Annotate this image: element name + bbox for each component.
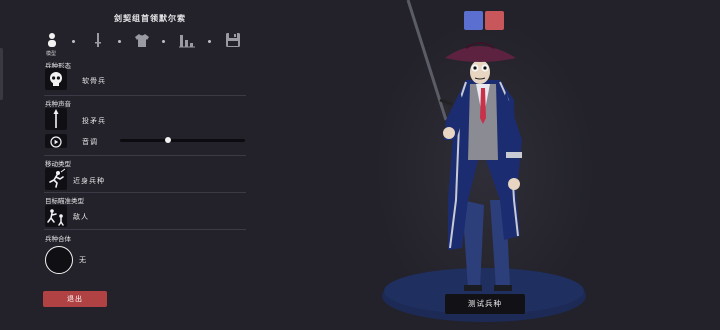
- side-tab-handle[interactable]: [0, 48, 3, 100]
- step-model[interactable]: [44, 32, 60, 48]
- exit-button[interactable]: 退出: [43, 291, 107, 307]
- play-icon: [50, 136, 62, 148]
- red-tie: [480, 88, 486, 124]
- pitch-slider[interactable]: [120, 137, 245, 143]
- right-shoe: [494, 285, 512, 291]
- play-voice-button[interactable]: [45, 134, 67, 148]
- unit-preview-scene: [375, 0, 595, 322]
- spear-icon: [53, 109, 59, 128]
- combine-value: 无: [79, 256, 87, 264]
- voice-select-button[interactable]: [45, 108, 67, 130]
- step-separator: [208, 40, 211, 43]
- left-hand: [443, 127, 455, 139]
- melee-run-icon: [49, 168, 66, 188]
- skull-icon: [50, 72, 62, 86]
- movement-value: 近身兵种: [73, 177, 105, 185]
- target-select-button[interactable]: [45, 205, 67, 227]
- right-hand: [508, 178, 520, 190]
- active-step-label: 模型: [46, 51, 57, 57]
- test-unit-button[interactable]: 测试兵种: [445, 294, 525, 314]
- stats-icon: [179, 35, 195, 48]
- form-select-button[interactable]: [45, 68, 67, 90]
- unit-name-title: 剑契组首领默尔索: [114, 14, 186, 23]
- shirt-icon: [135, 34, 149, 47]
- combine-select-button[interactable]: [45, 246, 73, 274]
- step-clothing[interactable]: [134, 32, 150, 48]
- person-icon: [48, 33, 56, 47]
- step-separator: [162, 40, 165, 43]
- combine-section-label: 兵种合体: [45, 235, 71, 243]
- step-separator: [72, 40, 75, 43]
- cuff-trim: [506, 152, 522, 158]
- left-shoe: [464, 285, 482, 291]
- pitch-slider-knob[interactable]: [164, 137, 171, 143]
- pitch-label: 音调: [82, 138, 98, 146]
- unit-editor-panel: 剑契组首领默尔索 模型 兵种形态 软骨兵 兵种声音 投矛兵 音调 移动类型 近身…: [0, 0, 250, 326]
- movement-select-button[interactable]: [45, 168, 67, 190]
- unit-preview-viewport[interactable]: [330, 0, 720, 326]
- divider: [44, 155, 246, 156]
- enemy-target-icon: [47, 209, 64, 226]
- editor-step-bar: [44, 32, 244, 52]
- step-weapon[interactable]: [90, 32, 106, 48]
- step-separator: [118, 40, 121, 43]
- target-section-label: 目标瞄准类型: [45, 197, 84, 205]
- voice-section-label: 兵种声音: [45, 100, 71, 108]
- divider: [44, 192, 246, 193]
- team-blue-swatch[interactable]: [464, 11, 483, 30]
- movement-section-label: 移动类型: [45, 160, 71, 168]
- step-save[interactable]: [225, 32, 241, 48]
- save-icon: [226, 33, 240, 47]
- target-value: 敌人: [73, 213, 89, 221]
- step-stats[interactable]: [179, 32, 195, 48]
- head: [470, 60, 490, 84]
- form-value: 软骨兵: [82, 77, 106, 85]
- team-red-swatch[interactable]: [485, 11, 504, 30]
- divider: [44, 229, 246, 230]
- sword-icon: [95, 33, 101, 47]
- voice-value: 投矛兵: [82, 117, 106, 125]
- divider: [44, 95, 246, 96]
